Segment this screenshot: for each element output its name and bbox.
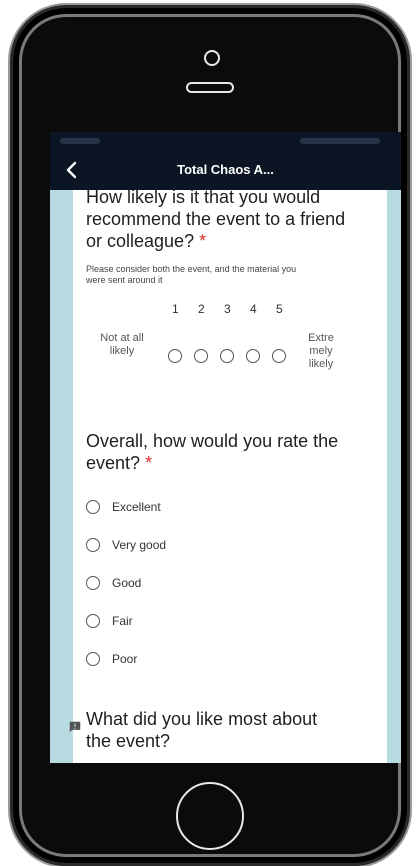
phone-frame: Total Chaos A... How likely is it that y… <box>10 5 410 866</box>
scale-number: 4 <box>250 302 257 316</box>
scale-radio-1[interactable] <box>168 349 182 363</box>
scale-radio-5[interactable] <box>272 349 286 363</box>
option-radio-good[interactable] <box>86 576 100 590</box>
option-label-very-good: Very good <box>112 538 167 552</box>
scale-radio-4[interactable] <box>246 349 260 363</box>
scale-number: 2 <box>198 302 205 316</box>
option-radio-fair[interactable] <box>86 614 100 628</box>
required-mark: * <box>199 231 207 251</box>
speaker-icon <box>186 82 234 93</box>
screen: Total Chaos A... How likely is it that y… <box>50 132 401 763</box>
question-like: What did you like most about the event? <box>86 709 318 751</box>
home-button-icon[interactable] <box>176 782 244 850</box>
status-right-indicators <box>300 138 380 144</box>
option-label-poor: Poor <box>112 652 138 666</box>
option-radio-very-good[interactable] <box>86 538 100 552</box>
option-label-good: Good <box>112 576 142 590</box>
survey-content[interactable]: How likely is it that you would recommen… <box>50 187 401 763</box>
required-mark: * <box>145 453 153 473</box>
camera-icon <box>204 50 220 66</box>
scale-number: 1 <box>172 302 179 316</box>
option-label-fair: Fair <box>112 614 133 628</box>
question-overall-text: Overall, how would you rate the event? <box>86 431 339 473</box>
scale-low-label: Not at all likely <box>100 332 144 357</box>
option-radio-excellent[interactable] <box>86 500 100 514</box>
question-recommend-text: How likely is it that you would recommen… <box>86 187 346 251</box>
scale-radio-3[interactable] <box>220 349 234 363</box>
status-left-indicators <box>60 138 100 144</box>
scale-number: 5 <box>276 302 283 316</box>
option-radio-poor[interactable] <box>86 652 100 666</box>
scale-number: 3 <box>224 302 231 316</box>
question-overall: Overall, how would you rate the event? * <box>86 430 356 474</box>
scale-radio-2[interactable] <box>194 349 208 363</box>
question-recommend-helper: Please consider both the event, and the … <box>86 264 297 285</box>
app-title: Total Chaos A... <box>177 162 274 177</box>
status-bar <box>50 132 401 150</box>
question-recommend: How likely is it that you would recommen… <box>86 186 366 252</box>
scale-high-label: Extre mely likely <box>308 332 334 370</box>
feedback-icon[interactable] <box>68 720 82 734</box>
app-bar: Total Chaos A... <box>50 150 401 190</box>
option-label-excellent: Excellent <box>112 500 161 514</box>
